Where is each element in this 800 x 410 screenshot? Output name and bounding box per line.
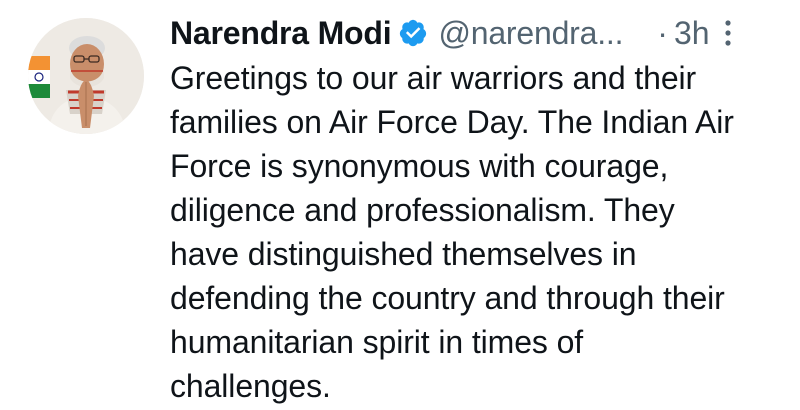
tweet-text-line: diligence and professionalism. They xyxy=(170,192,675,228)
tweet-text-line: challenges. xyxy=(170,368,331,404)
tweet-timestamp[interactable]: 3h xyxy=(674,15,710,52)
tweet-text: Greetings to our air warriors and their … xyxy=(170,56,780,408)
profile-photo-avatar xyxy=(28,18,144,134)
tweet-card[interactable]: Narendra Modi @narendra... · 3h Greeting… xyxy=(0,0,800,410)
tweet-text-line: have distinguished themselves in xyxy=(170,236,637,272)
tweet-text-line: Force is synonymous with courage, xyxy=(170,148,669,184)
author-handle[interactable]: @narendra... xyxy=(438,15,623,52)
author-name[interactable]: Narendra Modi xyxy=(170,15,392,52)
time-separator: · xyxy=(657,14,668,51)
tweet-text-line: Greetings to our air warriors and their xyxy=(170,60,697,96)
tweet-text-line: families on Air Force Day. The Indian Ai… xyxy=(170,104,734,140)
tweet-text-line: humanitarian spirit in times of xyxy=(170,324,584,360)
verified-badge-icon xyxy=(400,19,427,47)
tweet-text-line: defending the country and through their xyxy=(170,280,725,316)
more-options-icon[interactable] xyxy=(722,15,734,51)
avatar[interactable] xyxy=(28,18,144,134)
tweet-header: Narendra Modi @narendra... · 3h xyxy=(170,10,780,56)
